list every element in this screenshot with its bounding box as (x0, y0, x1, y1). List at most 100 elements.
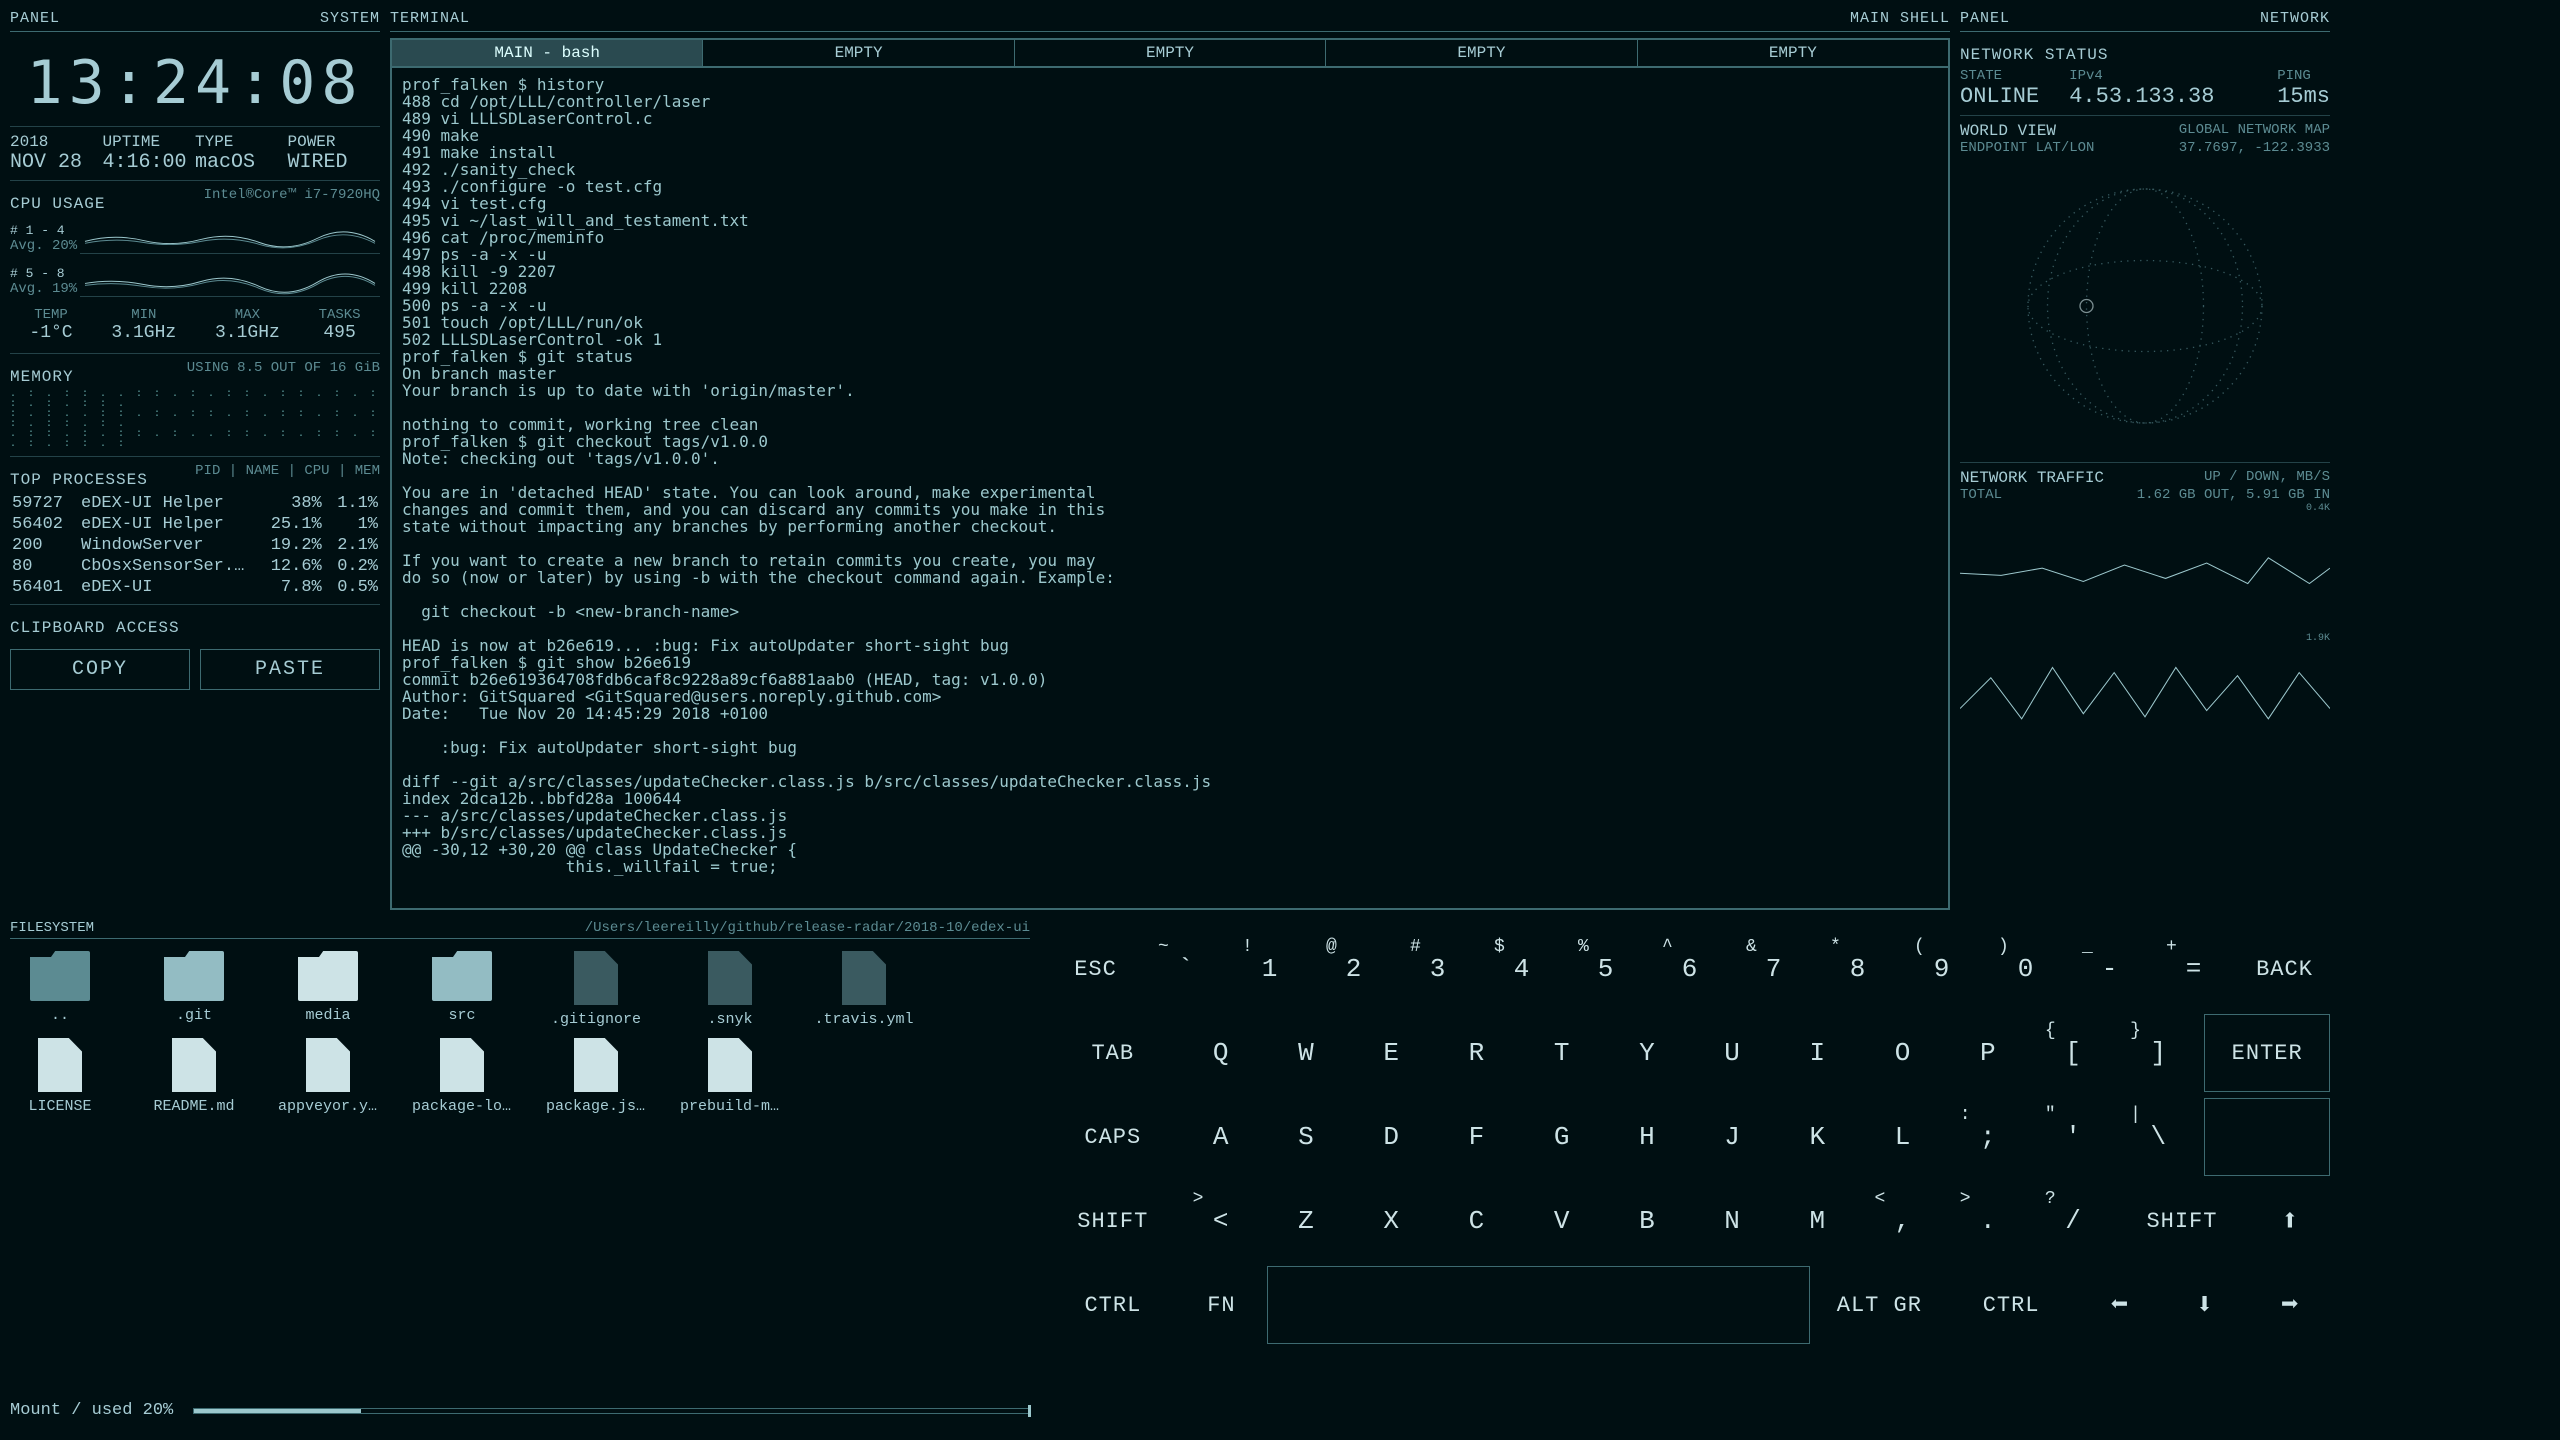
key[interactable]: L (1863, 1098, 1942, 1176)
memory-graph: . : . : : . . : : . : . : : . : : . : . … (10, 390, 380, 450)
key[interactable]: V (1523, 1182, 1602, 1260)
key[interactable]: >< (1182, 1182, 1261, 1260)
space-key[interactable] (1267, 1266, 1810, 1344)
arrow-up-key[interactable]: ⬆ (2251, 1182, 2330, 1260)
key[interactable]: X (1352, 1182, 1431, 1260)
key[interactable]: G (1523, 1098, 1602, 1176)
file-item[interactable]: package.json (546, 1038, 646, 1115)
key[interactable]: P (1949, 1014, 2028, 1092)
key[interactable]: |\ (2119, 1098, 2198, 1176)
key[interactable]: &7 (1735, 930, 1813, 1008)
key[interactable]: {[ (2034, 1014, 2113, 1092)
traffic-chart: 0.4K 1.9K (1960, 503, 2330, 763)
key[interactable]: "' (2034, 1098, 2113, 1176)
key[interactable]: W (1267, 1014, 1346, 1092)
key[interactable]: S (1267, 1098, 1346, 1176)
key[interactable]: #3 (1399, 930, 1477, 1008)
key[interactable]: *8 (1819, 930, 1897, 1008)
file-item[interactable]: prebuild-mini... (680, 1038, 780, 1115)
key[interactable]: }] (2119, 1014, 2198, 1092)
current-path: /Users/leereilly/github/release-radar/20… (585, 920, 1030, 936)
key[interactable]: <, (1863, 1182, 1942, 1260)
arrow-right-key[interactable]: ➡ (2251, 1266, 2330, 1344)
key[interactable]: M (1778, 1182, 1857, 1260)
key[interactable]: C (1437, 1182, 1516, 1260)
key[interactable]: T (1523, 1014, 1602, 1092)
key[interactable]: B (1608, 1182, 1687, 1260)
file-item[interactable]: .travis.yml (814, 951, 914, 1028)
key[interactable]: U (1693, 1014, 1772, 1092)
file-item[interactable]: appveyor.yml (278, 1038, 378, 1115)
ctrl-left-key[interactable]: CTRL (1050, 1266, 1176, 1344)
key[interactable]: I (1778, 1014, 1857, 1092)
key[interactable]: H (1608, 1098, 1687, 1176)
cpu-title: CPU USAGE (10, 195, 105, 213)
arrow-down-key[interactable]: ⬇ (2165, 1266, 2244, 1344)
shift-right-key[interactable]: SHIFT (2119, 1182, 2245, 1260)
paste-button[interactable]: PASTE (200, 649, 380, 690)
file-item[interactable]: .. (10, 951, 110, 1028)
key[interactable]: :; (1949, 1098, 2028, 1176)
key[interactable]: J (1693, 1098, 1772, 1176)
system-label: SYSTEM (320, 10, 380, 27)
key[interactable]: >. (1949, 1182, 2028, 1260)
key[interactable]: ^6 (1651, 930, 1729, 1008)
table-row: 56402eDEX-UI Helper25.1%1% (10, 514, 380, 535)
file-item[interactable]: .git (144, 951, 244, 1028)
key[interactable]: _- (2071, 930, 2149, 1008)
key[interactable]: ?/ (2034, 1182, 2113, 1260)
key[interactable]: $4 (1483, 930, 1561, 1008)
key[interactable]: A (1182, 1098, 1261, 1176)
shift-left-key[interactable]: SHIFT (1050, 1182, 1176, 1260)
key[interactable]: E (1352, 1014, 1431, 1092)
caps-key[interactable]: CAPS (1050, 1098, 1176, 1176)
key[interactable]: ~` (1147, 930, 1225, 1008)
file-item[interactable]: .snyk (680, 951, 780, 1028)
file-item[interactable]: package-lock... (412, 1038, 512, 1115)
enter-key[interactable]: ENTER (2204, 1014, 2330, 1092)
file-item[interactable]: media (278, 951, 378, 1028)
key[interactable]: (9 (1903, 930, 1981, 1008)
arrow-left-key[interactable]: ⬅ (2080, 1266, 2159, 1344)
key[interactable]: R (1437, 1014, 1516, 1092)
key[interactable]: Q (1182, 1014, 1261, 1092)
table-row: 59727eDEX-UI Helper38%1.1% (10, 493, 380, 514)
file-item[interactable]: .gitignore (546, 951, 646, 1028)
esc-key[interactable]: ESC (1050, 930, 1141, 1008)
virtual-keyboard: ESC~`!1@2#3$4%5^6&7*8(9)0_-+=BACKTABQWER… (1050, 920, 2330, 1420)
altgr-key[interactable]: ALT GR (1816, 1266, 1942, 1344)
enter-body[interactable] (2204, 1098, 2330, 1176)
key[interactable]: @2 (1315, 930, 1393, 1008)
file-item[interactable]: LICENSE (10, 1038, 110, 1115)
fn-key[interactable]: FN (1182, 1266, 1261, 1344)
cpu-wave-1 (80, 224, 380, 254)
system-panel: PANELSYSTEM 13:24:08 2018NOV 28 UPTIME4:… (10, 10, 380, 910)
key[interactable]: F (1437, 1098, 1516, 1176)
key[interactable]: D (1352, 1098, 1431, 1176)
key[interactable]: Y (1608, 1014, 1687, 1092)
terminal-tab[interactable]: EMPTY (1638, 40, 1948, 66)
key[interactable]: N (1693, 1182, 1772, 1260)
key[interactable]: )0 (1987, 930, 2065, 1008)
copy-button[interactable]: COPY (10, 649, 190, 690)
back-key[interactable]: BACK (2239, 930, 2330, 1008)
key[interactable]: O (1863, 1014, 1942, 1092)
table-row: 200WindowServer19.2%2.1% (10, 535, 380, 556)
key[interactable]: K (1778, 1098, 1857, 1176)
ctrl-right-key[interactable]: CTRL (1948, 1266, 2074, 1344)
key[interactable]: !1 (1231, 930, 1309, 1008)
terminal-tab[interactable]: EMPTY (1015, 40, 1326, 66)
file-item[interactable]: README.md (144, 1038, 244, 1115)
terminal-tab[interactable]: MAIN - bash (392, 40, 703, 66)
key[interactable]: Z (1267, 1182, 1346, 1260)
terminal-tabs: MAIN - bashEMPTYEMPTYEMPTYEMPTY (390, 38, 1950, 66)
terminal-output[interactable]: prof_falken $ history 488 cd /opt/LLL/co… (390, 66, 1950, 910)
terminal-tab[interactable]: EMPTY (703, 40, 1014, 66)
terminal-tab[interactable]: EMPTY (1326, 40, 1637, 66)
file-item[interactable]: src (412, 951, 512, 1028)
key[interactable]: += (2155, 930, 2233, 1008)
mount-usage-bar (193, 1408, 1030, 1414)
tab-key[interactable]: TAB (1050, 1014, 1176, 1092)
key[interactable]: %5 (1567, 930, 1645, 1008)
globe-icon (1960, 156, 2330, 456)
